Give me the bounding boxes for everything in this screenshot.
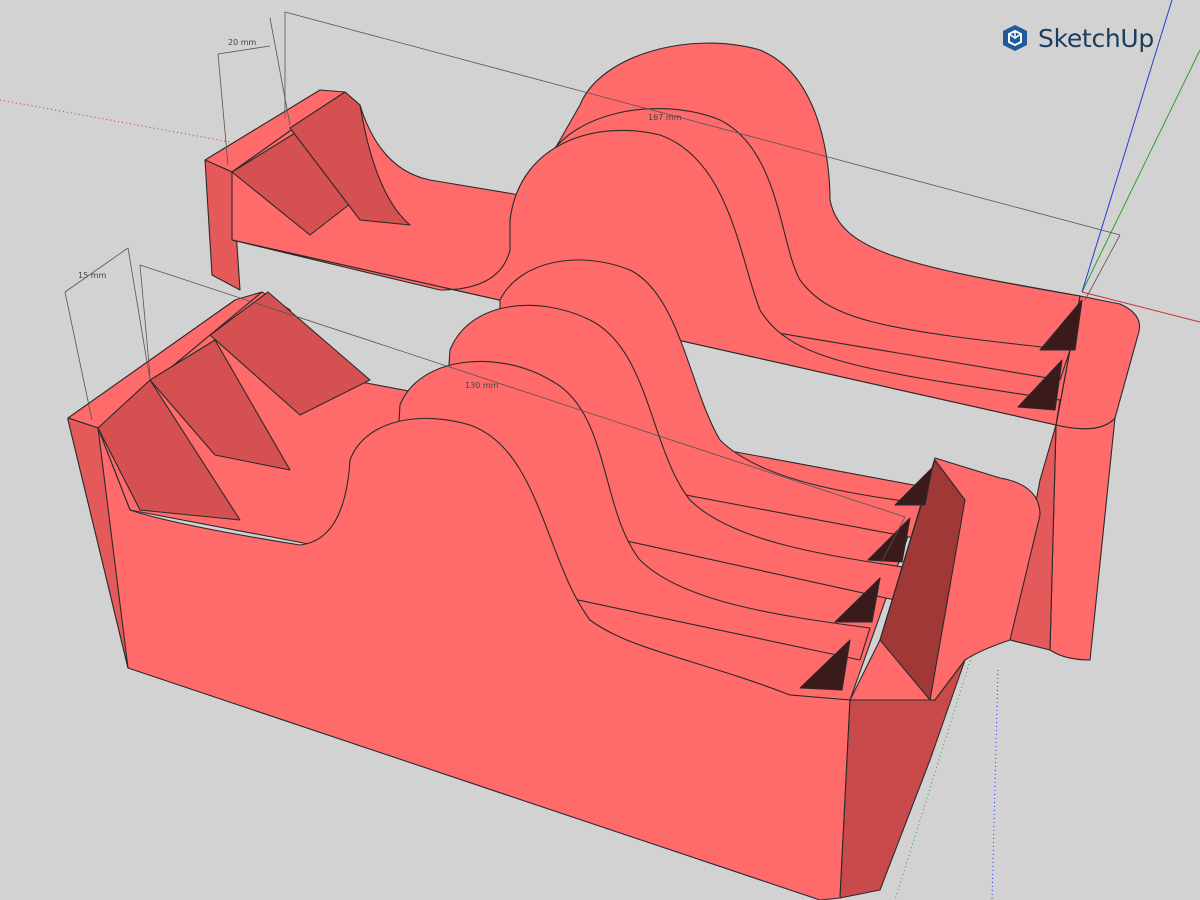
dim-130-label: 130 mm <box>465 381 499 390</box>
sketchup-logo-icon <box>1003 25 1027 51</box>
back-module-end-side <box>1049 417 1116 661</box>
blue-axis-dotted <box>991 669 999 900</box>
dim-15-label: 15 mm <box>78 271 107 280</box>
model-scene[interactable]: 167 mm 130 mm 20 mm 15 mm <box>0 0 1200 900</box>
sketchup-logo: SketchUp <box>1000 22 1154 54</box>
logo-text: SketchUp <box>1038 23 1154 53</box>
dim-20-label: 20 mm <box>228 38 257 47</box>
green-axis-solid <box>1081 49 1200 293</box>
dim-167-label: 167 mm <box>648 113 682 122</box>
red-axis-dotted <box>0 99 231 143</box>
sketchup-viewport[interactable]: 167 mm 130 mm 20 mm 15 mm SketchUp <box>0 0 1200 900</box>
